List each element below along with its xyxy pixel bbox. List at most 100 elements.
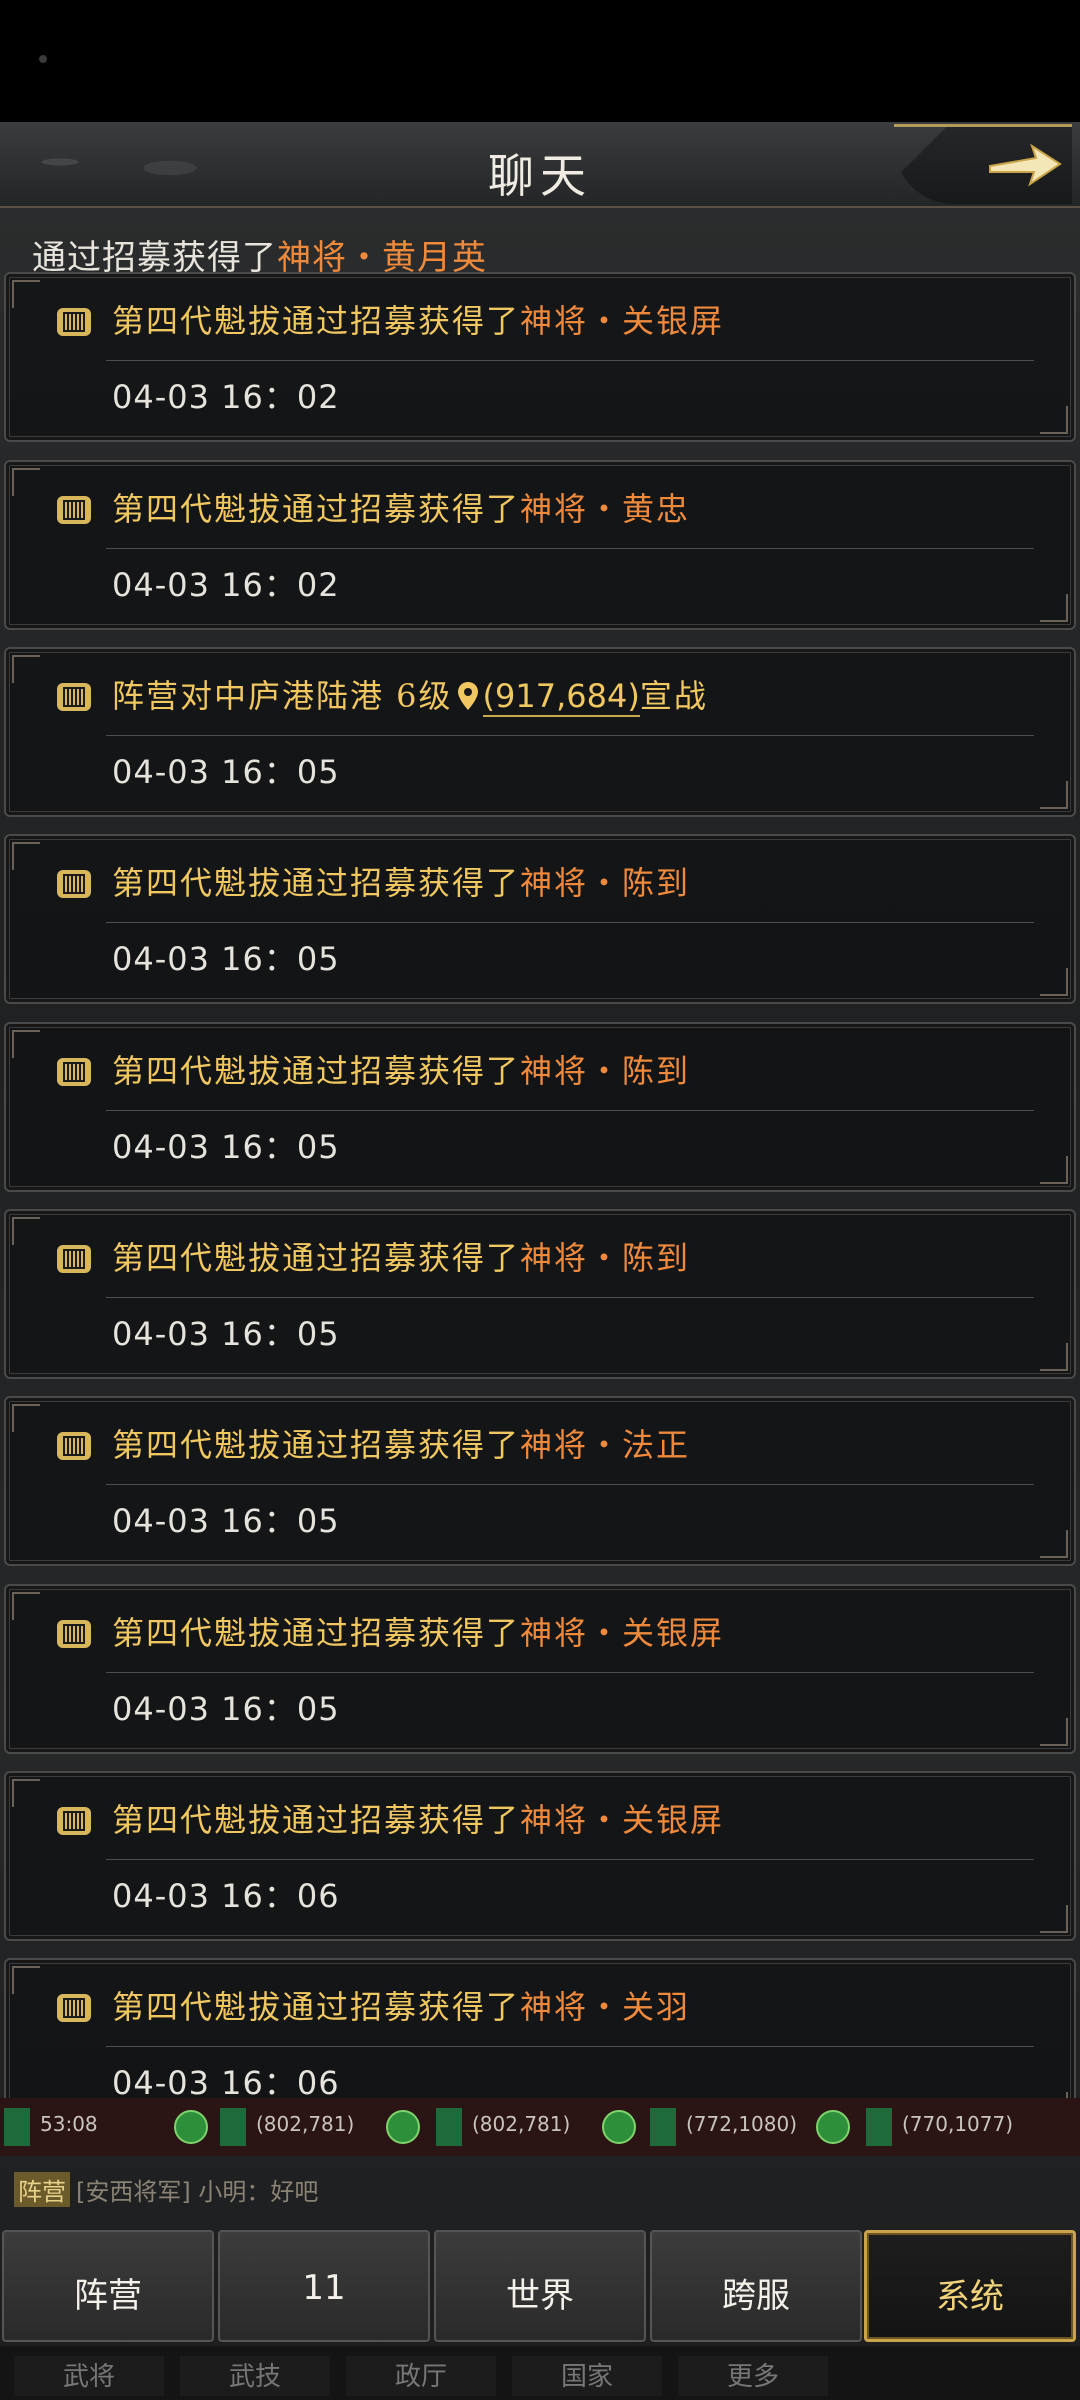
system-message: 第四代魁拔通过招募获得了神将・法正 04-03 16：05 [4,1396,1076,1566]
general-name-link[interactable]: 神将・陈到 [520,1239,690,1277]
message-time: 04-03 16：05 [112,753,340,791]
goto-icon[interactable] [386,2110,420,2144]
divider [106,1672,1034,1673]
message-prefix: 第四代魁拔通过招募获得了 [112,1614,521,1652]
message-time: 04-03 16：05 [112,1315,340,1353]
tab-system[interactable]: 系统 [864,2230,1076,2342]
arrow-right-icon [989,143,1062,187]
ticker-tag [220,2108,246,2146]
divider [106,1859,1034,1860]
chat-list[interactable]: 通过招募获得了神将・黄月英 第四代魁拔通过招募获得了神将・关银屏 04-03 1… [0,210,1080,2098]
message-text: 第四代魁拔通过招募获得了神将・陈到 [112,858,690,904]
tab-world[interactable]: 世界 [434,2230,646,2342]
message-time: 04-03 16：06 [112,2064,340,2098]
tab-cross-server[interactable]: 跨服 [650,2230,862,2342]
ticker-tag [866,2108,892,2146]
divider [106,1110,1034,1111]
system-message: 第四代魁拔通过招募获得了神将・关银屏 04-03 16：06 [4,1771,1076,1941]
ticker-tag [436,2108,462,2146]
bottom-nav: 武将 武技 政厅 国家 更多 [0,2346,1080,2400]
message-prefix: 第四代魁拔通过招募获得了 [112,1052,521,1090]
ticker-tag [4,2108,30,2146]
divider [106,548,1034,549]
goto-icon[interactable] [602,2110,636,2144]
faction-chat-preview: 阵营 [安西将军] 小明：好吧 [14,2172,318,2207]
channel-badge: 阵营 [14,2172,70,2207]
message-text: 第四代魁拔通过招募获得了神将・关银屏 [112,1608,724,1654]
message-time: 04-03 16：02 [112,566,340,604]
message-text: 第四代魁拔通过招募获得了神将・黄忠 [112,484,690,530]
message-text: 阵营对中庐港陆港 6级 (917,684)宣战 [112,671,708,717]
ticker-tag [650,2108,676,2146]
general-name-link[interactable]: 神将・法正 [520,1426,690,1464]
status-bar [0,0,1080,122]
message-text: 第四代魁拔通过招募获得了神将・法正 [112,1420,690,1466]
ticker-value: (802,781) [472,2112,571,2136]
nav-generals[interactable]: 武将 [14,2356,164,2396]
scroll-icon [57,683,91,711]
message-time: 04-03 16：02 [112,378,340,416]
tab-label: 阵营 [74,2276,142,2316]
divider [106,2046,1034,2047]
scroll-icon [57,496,91,524]
message-prefix: 第四代魁拔通过招募获得了 [112,490,521,528]
system-message: 第四代魁拔通过招募获得了神将・关银屏 04-03 16：05 [4,1584,1076,1754]
message-prefix: 第四代魁拔通过招募获得了 [112,1801,521,1839]
goto-icon[interactable] [174,2110,208,2144]
system-message: 阵营对中庐港陆港 6级 (917,684)宣战 04-03 16：05 [4,647,1076,817]
message-text: 第四代魁拔通过招募获得了神将・陈到 [112,1233,690,1279]
divider [106,1297,1034,1298]
scroll-icon [57,1620,91,1648]
ticker-value: 53:08 [40,2112,98,2136]
general-name-link[interactable]: 神将・陈到 [520,1052,690,1090]
message-time: 04-03 16：05 [112,1690,340,1728]
tab-11[interactable]: 11 [218,2230,430,2342]
scroll-icon [57,1245,91,1273]
scroll-icon [57,1058,91,1086]
camera-dot [39,55,47,63]
tab-label: 系统 [936,2277,1004,2317]
general-name-link[interactable]: 神将・关银屏 [520,302,724,340]
scroll-icon [57,1807,91,1835]
coordinate-link[interactable]: (917,684) [482,677,640,717]
tab-faction[interactable]: 阵营 [2,2230,214,2342]
system-message: 第四代魁拔通过招募获得了神将・陈到 04-03 16：05 [4,1209,1076,1379]
collapse-chat-button[interactable] [890,122,1080,208]
location-pin-icon [457,682,478,710]
general-name-link[interactable]: 神将・关银屏 [520,1801,724,1839]
nav-nation[interactable]: 国家 [512,2356,662,2396]
tab-label: 11 [302,2268,346,2308]
message-time: 04-03 16：05 [112,1502,340,1540]
scroll-icon [57,1432,91,1460]
general-name-link[interactable]: 神将・关银屏 [520,1614,724,1652]
divider [106,922,1034,923]
ticker-value: (772,1080) [686,2112,798,2136]
general-name-link[interactable]: 神将・黄忠 [520,490,690,528]
nav-more[interactable]: 更多 [678,2356,828,2396]
system-message: 第四代魁拔通过招募获得了神将・陈到 04-03 16：05 [4,834,1076,1004]
message-text: 第四代魁拔通过招募获得了神将・关银屏 [112,296,724,342]
system-message: 第四代魁拔通过招募获得了神将・关羽 04-03 16：06 [4,1958,1076,2098]
system-message: 第四代魁拔通过招募获得了神将・陈到 04-03 16：05 [4,1022,1076,1192]
message-prefix: 阵营对中庐港陆港 6级 [112,677,453,715]
scroll-icon [57,308,91,336]
scroll-icon [57,870,91,898]
message-suffix: 宣战 [639,677,708,715]
general-name-link[interactable]: 神将・关羽 [520,1988,690,2026]
message-prefix: 第四代魁拔通过招募获得了 [112,1426,521,1464]
general-name-link[interactable]: 神将・陈到 [520,864,690,902]
message-prefix: 第四代魁拔通过招募获得了 [112,864,521,902]
divider [106,735,1034,736]
ticker-value: (770,1077) [902,2112,1014,2136]
message-time: 04-03 16：05 [112,940,340,978]
nav-government[interactable]: 政厅 [346,2356,496,2396]
nav-skills[interactable]: 武技 [180,2356,330,2396]
message-prefix: 第四代魁拔通过招募获得了 [112,1239,521,1277]
message-text: 第四代魁拔通过招募获得了神将・关银屏 [112,1795,724,1841]
message-text: 第四代魁拔通过招募获得了神将・关羽 [112,1982,690,2028]
message-prefix: 第四代魁拔通过招募获得了 [112,1988,521,2026]
message-text: 第四代魁拔通过招募获得了神将・陈到 [112,1046,690,1092]
goto-icon[interactable] [816,2110,850,2144]
channel-tabs: 阵营 11 世界 跨服 系统 [0,2230,1080,2346]
march-ticker: 53:08 (802,781) (802,781) (772,1080) (77… [0,2098,1080,2156]
